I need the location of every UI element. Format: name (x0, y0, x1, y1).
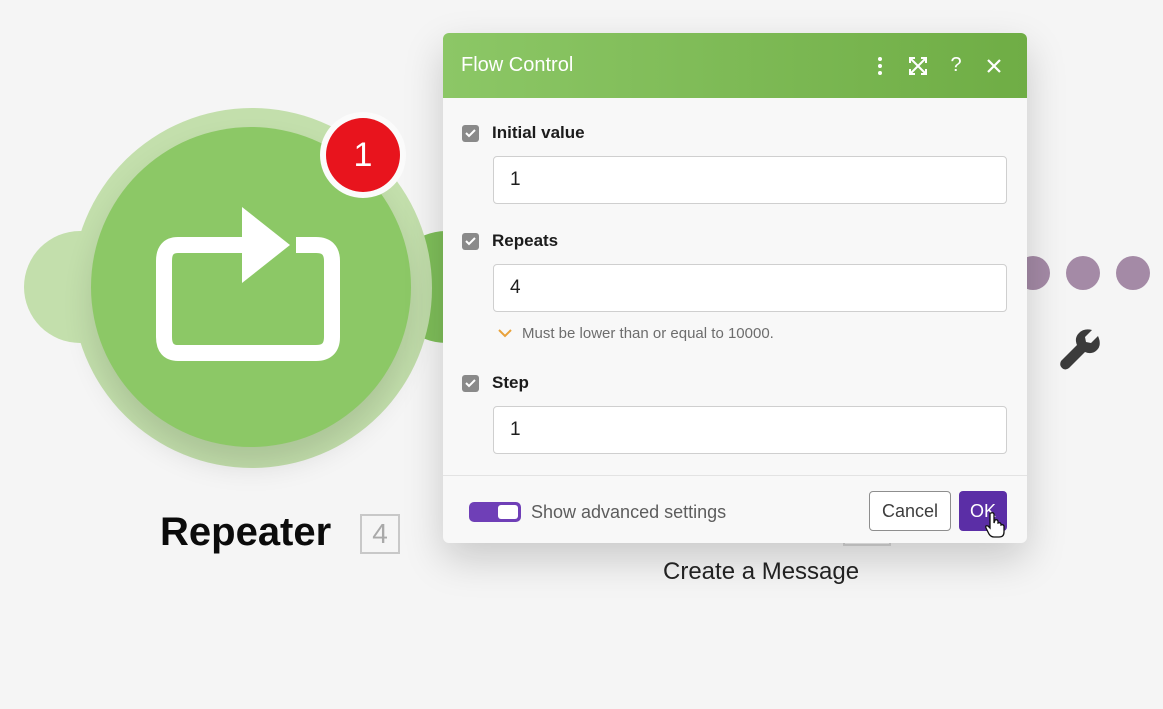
dialog-header[interactable]: Flow Control ? (443, 33, 1027, 98)
cancel-button[interactable]: Cancel (869, 491, 951, 531)
next-module-label: Create a Message (663, 558, 860, 585)
chevron-down-icon (498, 329, 512, 338)
dialog-title: Flow Control (461, 54, 574, 76)
field-initial-value: Initial value (462, 123, 585, 143)
hand-cursor-icon (985, 512, 1005, 543)
advanced-settings-toggle[interactable] (469, 502, 521, 522)
help-icon[interactable]: ? (941, 51, 971, 81)
repeats-input[interactable] (493, 264, 1007, 312)
module-id-box: 4 (360, 514, 400, 554)
module-title: Repeater (160, 510, 332, 554)
connection-dots (1016, 256, 1150, 290)
connection-dot (1116, 256, 1150, 290)
more-vertical-icon[interactable] (865, 51, 895, 81)
field-label: Step (492, 373, 529, 392)
flow-control-dialog: Flow Control ? Initial value 1 Repeats 4… (443, 33, 1027, 543)
operations-badge: 1 (320, 112, 406, 198)
repeat-icon (156, 207, 340, 361)
toggle-knob (498, 505, 518, 519)
hint-text: Must be lower than or equal to 10000. (522, 325, 774, 342)
step-input[interactable] (493, 406, 1007, 454)
close-icon[interactable] (979, 51, 1009, 81)
advanced-settings-label[interactable]: Show advanced settings (531, 502, 726, 523)
repeats-hint: Must be lower than or equal to 10000. (498, 325, 774, 342)
field-checkbox[interactable] (462, 124, 479, 142)
field-checkbox[interactable] (462, 374, 479, 392)
badge-count: 1 (326, 118, 400, 192)
field-label: Repeats (492, 231, 559, 250)
field-step: Step (462, 373, 529, 393)
initial-value-input[interactable] (493, 156, 1007, 204)
expand-icon[interactable] (903, 51, 933, 81)
connection-dot (1066, 256, 1100, 290)
field-checkbox[interactable] (462, 232, 479, 250)
dialog-footer: Show advanced settings Cancel OK (443, 475, 1027, 543)
field-repeats: Repeats (462, 231, 558, 251)
field-label: Initial value (492, 123, 585, 142)
scenario-canvas[interactable]: 1 Repeater 4 Create a Message Flow Contr… (0, 0, 1163, 709)
wrench-icon[interactable] (1058, 328, 1102, 377)
